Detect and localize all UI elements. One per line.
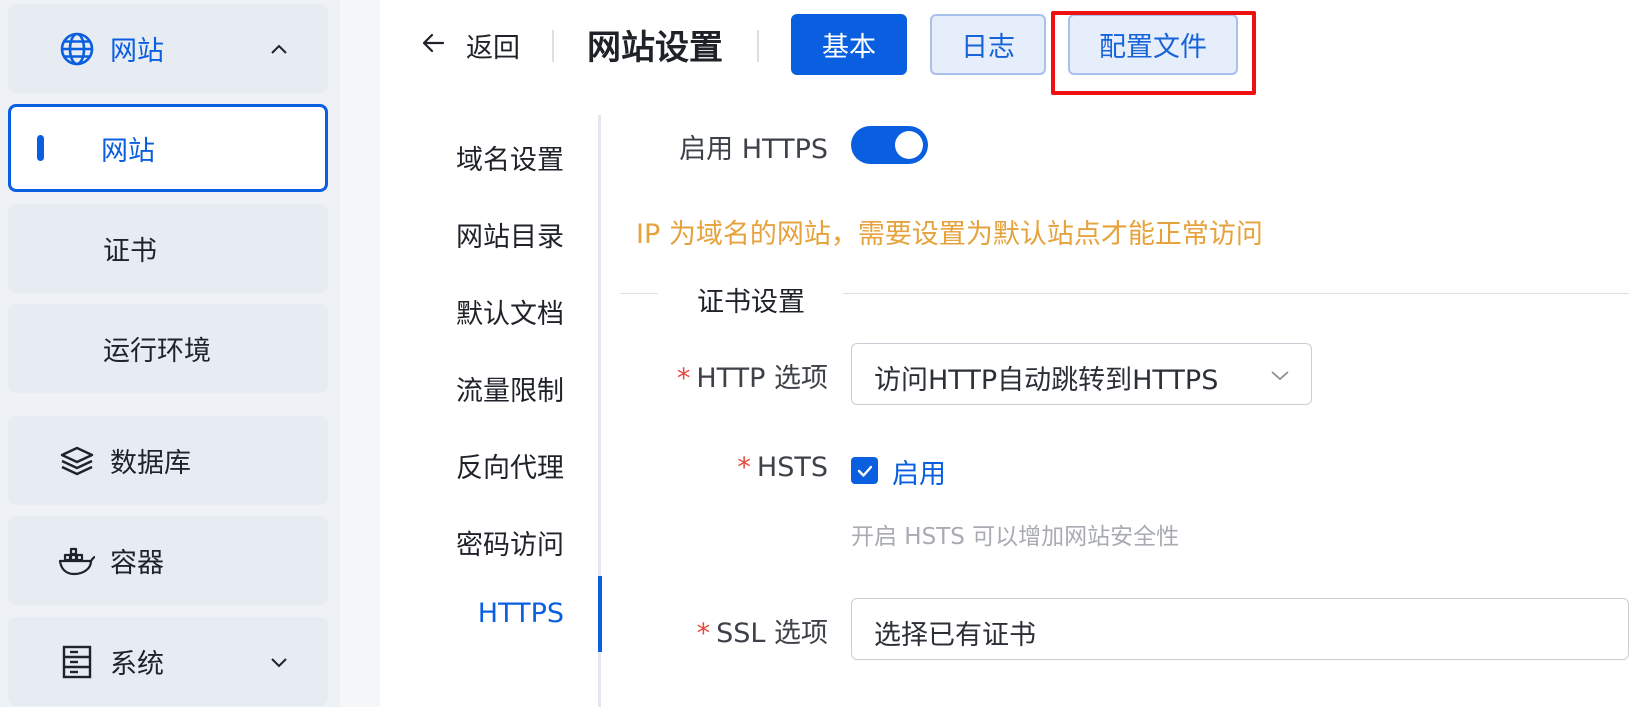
subnav-domain[interactable]: 域名设置 (414, 138, 564, 177)
ssl-option-select[interactable]: 选择已有证书 (851, 598, 1629, 660)
sidebar-item-runtime[interactable]: 运行环境 (8, 304, 328, 393)
sidebar-item-container[interactable]: 容器 (8, 516, 328, 605)
check-icon (857, 465, 872, 477)
server-icon (58, 643, 96, 681)
hsts-hint: 开启 HSTS 可以增加网站安全性 (851, 524, 1180, 550)
sidebar-group-website[interactable]: 网站 (8, 4, 328, 93)
back-button[interactable]: 返回 (420, 25, 520, 65)
switch-knob (895, 131, 923, 159)
page-title: 网站设置 (587, 28, 723, 68)
subnav-reverse-proxy[interactable]: 反向代理 (414, 446, 564, 485)
globe-icon (58, 30, 96, 68)
chevron-up-icon (268, 38, 290, 60)
subnav-traffic-limit[interactable]: 流量限制 (414, 369, 564, 408)
sidebar-item-label: 系统 (110, 649, 164, 680)
sidebar-group-website-label: 网站 (110, 36, 164, 67)
sidebar-item-label: 运行环境 (103, 336, 211, 367)
sidebar-item-label: 容器 (110, 548, 164, 579)
header-divider (552, 30, 554, 62)
tab-basic[interactable]: 基本 (791, 14, 907, 75)
sidebar-item-database[interactable]: 数据库 (8, 416, 328, 505)
https-switch[interactable] (851, 126, 928, 164)
active-indicator (37, 135, 44, 161)
highlight-box (1051, 11, 1256, 95)
hsts-label: * HSTS (640, 452, 828, 483)
section-divider (620, 293, 658, 294)
arrow-left-icon (420, 30, 446, 60)
layout-gutter (340, 0, 380, 707)
sidebar: 网站 网站 证书 运行环境 数据库 容器 系统 (0, 0, 340, 707)
https-label: 启用 HTTPS (679, 134, 828, 165)
http-option-label-text: HTTP 选项 (696, 363, 828, 394)
subnav-https[interactable]: HTTPS (414, 598, 564, 629)
section-title: 证书设置 (697, 287, 805, 318)
sidebar-item-certificate[interactable]: 证书 (8, 204, 328, 293)
sidebar-item-label: 网站 (101, 135, 155, 167)
subnav-site-directory[interactable]: 网站目录 (414, 215, 564, 254)
section-divider (843, 293, 1629, 294)
layers-icon (58, 442, 96, 480)
sidebar-group-system[interactable]: 系统 (8, 617, 328, 706)
sidebar-item-label: 数据库 (110, 448, 191, 479)
subnav-active-indicator (598, 576, 602, 652)
hsts-label-text: HSTS (756, 452, 828, 483)
header-divider (757, 30, 759, 62)
sidebar-item-website[interactable]: 网站 (8, 104, 328, 192)
tab-logs[interactable]: 日志 (930, 14, 1046, 75)
ssl-option-label: * SSL 选项 (640, 611, 828, 650)
required-mark: * (676, 363, 691, 394)
sidebar-item-label: 证书 (103, 236, 157, 267)
chevron-down-icon (268, 651, 290, 673)
required-mark: * (737, 452, 751, 483)
subnav-password-access[interactable]: 密码访问 (414, 523, 564, 562)
ssl-option-label-text: SSL 选项 (716, 618, 828, 649)
http-option-select[interactable]: 访问HTTP自动跳转到HTTPS (851, 343, 1312, 405)
hsts-checkbox-label[interactable]: 启用 (892, 452, 946, 491)
ip-warning-text: IP 为域名的网站，需要设置为默认站点才能正常访问 (636, 219, 1263, 250)
subnav-default-document[interactable]: 默认文档 (414, 292, 564, 331)
docker-icon (58, 542, 96, 580)
http-option-value: 访问HTTP自动跳转到HTTPS (874, 365, 1219, 396)
chevron-down-icon (1269, 364, 1291, 386)
http-option-label: * HTTP 选项 (640, 356, 828, 395)
ssl-option-value: 选择已有证书 (874, 620, 1036, 651)
hsts-checkbox[interactable] (851, 457, 878, 484)
back-label: 返回 (466, 32, 520, 64)
required-mark: * (696, 618, 711, 649)
